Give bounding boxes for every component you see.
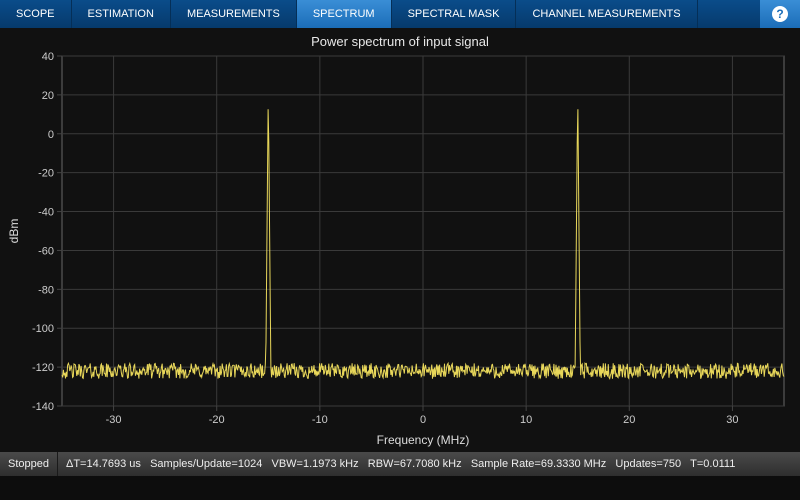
- svg-text:-20: -20: [209, 414, 225, 426]
- svg-text:-40: -40: [38, 207, 54, 219]
- status-samples: Samples/Update=1024: [150, 458, 262, 470]
- tab-label: CHANNEL MEASUREMENTS: [532, 8, 680, 20]
- tab-spectral-mask[interactable]: SPECTRAL MASK: [392, 0, 517, 28]
- svg-text:-30: -30: [106, 414, 122, 426]
- svg-text:20: 20: [623, 414, 635, 426]
- status-rate: Sample Rate=69.3330 MHz: [471, 458, 606, 470]
- svg-text:Power spectrum of input signal: Power spectrum of input signal: [311, 34, 489, 49]
- status-state: Stopped: [0, 452, 58, 476]
- status-bar: Stopped ΔT=14.7693 us Samples/Update=102…: [0, 452, 800, 476]
- tab-bar: SCOPE ESTIMATION MEASUREMENTS SPECTRUM S…: [0, 0, 800, 28]
- tab-label: SCOPE: [16, 8, 55, 20]
- status-vbw: VBW=1.1973 kHz: [271, 458, 358, 470]
- plot-area: Power spectrum of input signal-30-20-100…: [0, 28, 800, 476]
- svg-text:-20: -20: [38, 168, 54, 180]
- tab-label: SPECTRAL MASK: [408, 8, 500, 20]
- svg-text:-120: -120: [32, 362, 54, 374]
- tab-measurements[interactable]: MEASUREMENTS: [171, 0, 297, 28]
- svg-text:dBm: dBm: [7, 219, 21, 244]
- svg-text:-80: -80: [38, 284, 54, 296]
- svg-text:30: 30: [726, 414, 738, 426]
- status-updates: Updates=750: [615, 458, 681, 470]
- svg-text:20: 20: [42, 90, 54, 102]
- svg-text:-140: -140: [32, 401, 54, 413]
- svg-text:10: 10: [520, 414, 532, 426]
- svg-text:-100: -100: [32, 323, 54, 335]
- svg-text:40: 40: [42, 51, 54, 63]
- spectrum-plot: Power spectrum of input signal-30-20-100…: [0, 28, 800, 476]
- help-button[interactable]: ?: [760, 0, 800, 28]
- tab-label: MEASUREMENTS: [187, 8, 280, 20]
- status-rbw: RBW=67.7080 kHz: [368, 458, 462, 470]
- svg-text:Frequency (MHz): Frequency (MHz): [377, 433, 470, 447]
- svg-text:-10: -10: [312, 414, 328, 426]
- tab-label: SPECTRUM: [313, 8, 375, 20]
- tab-channel-measurements[interactable]: CHANNEL MEASUREMENTS: [516, 0, 697, 28]
- status-details: ΔT=14.7693 us Samples/Update=1024 VBW=1.…: [58, 458, 743, 470]
- help-icon: ?: [772, 6, 788, 22]
- tab-spectrum[interactable]: SPECTRUM: [297, 0, 392, 28]
- tab-scope[interactable]: SCOPE: [0, 0, 72, 28]
- status-deltaT: ΔT=14.7693 us: [66, 458, 141, 470]
- svg-text:0: 0: [420, 414, 426, 426]
- tab-label: ESTIMATION: [88, 8, 154, 20]
- svg-text:0: 0: [48, 129, 54, 141]
- status-t: T=0.0111: [690, 458, 735, 470]
- svg-text:-60: -60: [38, 245, 54, 257]
- tab-estimation[interactable]: ESTIMATION: [72, 0, 171, 28]
